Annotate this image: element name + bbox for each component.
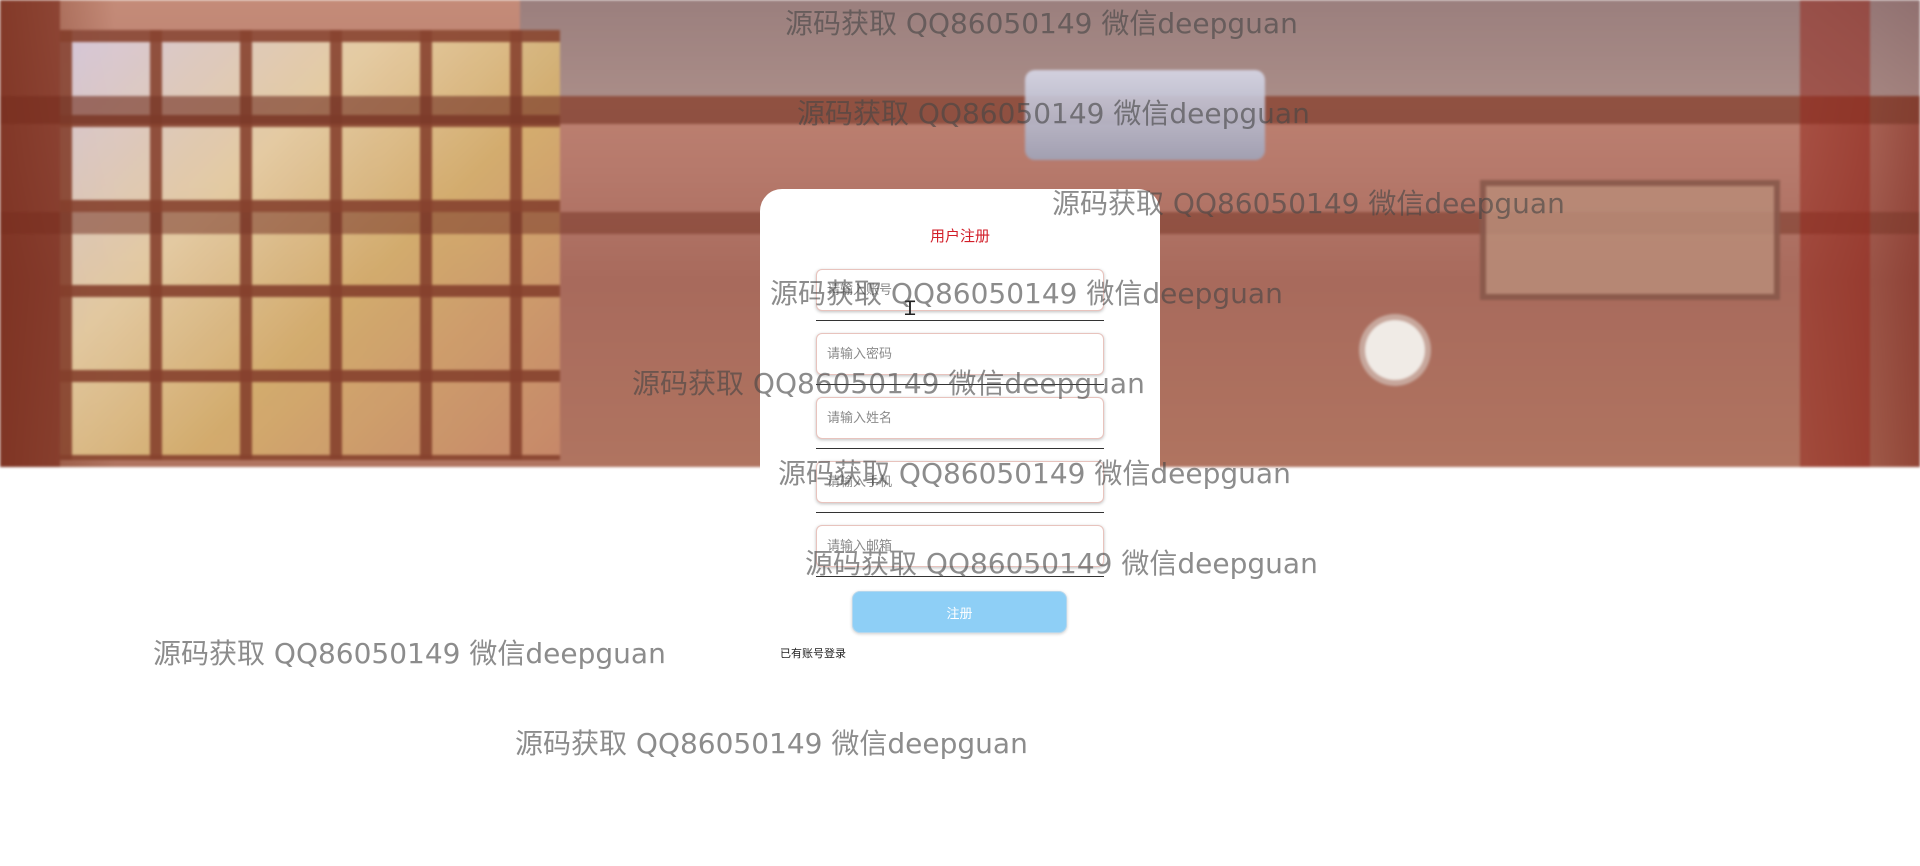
background-clock: [1365, 320, 1425, 380]
field-divider: [816, 384, 1104, 385]
login-link[interactable]: 已有账号登录: [780, 645, 846, 661]
password-input[interactable]: [816, 333, 1104, 375]
watermark-text: 源码获取 QQ86050149 微信deepguan: [153, 637, 666, 670]
name-field: [816, 397, 1104, 449]
background-projector: [1025, 70, 1265, 160]
background-beam: [0, 96, 1920, 124]
email-input[interactable]: [816, 525, 1104, 567]
field-divider: [816, 448, 1104, 449]
phone-input[interactable]: [816, 461, 1104, 503]
watermark-text: 源码获取 QQ86050149 微信deepguan: [515, 727, 1028, 760]
text-cursor-icon: Ｉ: [900, 296, 920, 320]
name-input[interactable]: [816, 397, 1104, 439]
register-title: 用户注册: [929, 227, 990, 245]
account-field: [816, 269, 1104, 321]
register-card: 用户注册: [760, 189, 1160, 584]
phone-field: [816, 461, 1104, 513]
background-window: [60, 30, 560, 460]
email-field: [816, 525, 1104, 577]
register-button[interactable]: 注册: [852, 591, 1067, 633]
field-divider: [816, 320, 1104, 321]
background-pillar-right: [1800, 0, 1870, 467]
account-input[interactable]: [816, 269, 1104, 311]
background-shelf: [1480, 180, 1780, 300]
password-field: [816, 333, 1104, 385]
field-divider: [816, 576, 1104, 577]
background-pillar-left: [0, 0, 60, 467]
field-divider: [816, 512, 1104, 513]
